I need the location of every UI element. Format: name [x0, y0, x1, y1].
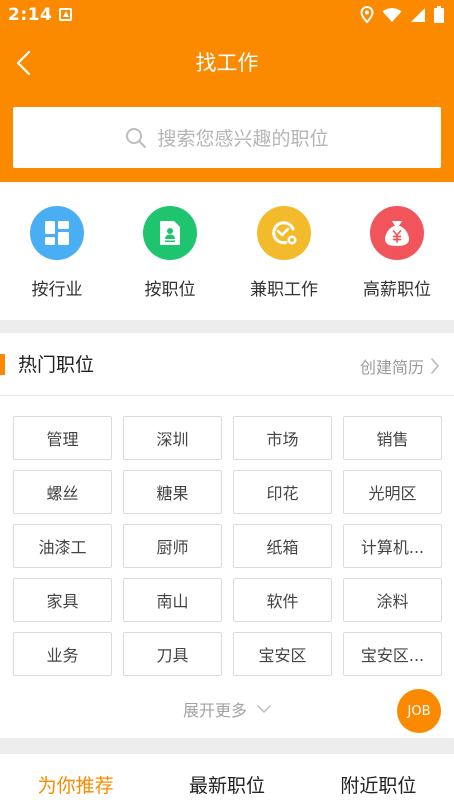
category-position[interactable]: 按职位	[120, 206, 220, 300]
job-tag[interactable]: 业务	[13, 632, 112, 676]
create-resume-label: 创建简历	[359, 358, 424, 377]
job-tag[interactable]: 刀具	[123, 632, 222, 676]
category-label: 按职位	[144, 280, 196, 300]
job-tag[interactable]: 印花	[233, 470, 332, 514]
category-position-circle	[143, 206, 197, 260]
category-high-salary[interactable]: 高薪职位	[347, 206, 447, 300]
job-tag[interactable]: 螺丝	[13, 470, 112, 514]
job-tag[interactable]: 涂料	[343, 578, 442, 622]
chevron-down-icon	[257, 705, 271, 713]
grid-icon	[45, 221, 69, 245]
bottom-tabs: 为你推荐 最新职位 附近职位	[0, 754, 454, 808]
expand-more-label: 展开更多	[182, 701, 247, 720]
section-accent-bar	[0, 354, 5, 375]
job-tag[interactable]: 南山	[123, 578, 222, 622]
location-icon	[360, 6, 374, 23]
category-row: 按行业 按职位 兼职工作 高薪职位	[0, 182, 454, 320]
job-tag[interactable]: 市场	[233, 416, 332, 460]
category-part-time[interactable]: 兼职工作	[234, 206, 334, 300]
job-tag[interactable]: 软件	[233, 578, 332, 622]
job-tag[interactable]: 销售	[343, 416, 442, 460]
chevron-right-icon	[431, 358, 439, 374]
job-tag[interactable]: 家具	[13, 578, 112, 622]
category-label: 按行业	[31, 280, 83, 300]
document-icon	[160, 221, 180, 245]
status-icons	[360, 6, 444, 23]
screen: 2:14 找工作 搜索您感兴趣的职位 按行业 按职位 兼职工作 高薪职位 热门职…	[0, 0, 454, 808]
tab-recommended[interactable]: 为你推荐	[0, 754, 151, 808]
wifi-icon	[382, 7, 402, 22]
tab-nearby[interactable]: 附近职位	[303, 754, 454, 808]
job-tag[interactable]: 糖果	[123, 470, 222, 514]
category-label: 兼职工作	[250, 280, 318, 300]
create-resume-link[interactable]: 创建简历	[360, 354, 440, 378]
money-bag-icon	[385, 221, 409, 246]
hot-jobs-title: 热门职位	[18, 354, 95, 376]
expand-more-button[interactable]: 展开更多	[0, 697, 454, 721]
job-tag[interactable]: 深圳	[123, 416, 222, 460]
header: 2:14 找工作 搜索您感兴趣的职位	[0, 0, 454, 182]
page-title: 找工作	[195, 51, 259, 75]
top-bar: 找工作	[0, 38, 454, 88]
battery-icon	[434, 6, 444, 23]
category-industry-circle	[30, 206, 84, 260]
category-industry[interactable]: 按行业	[7, 206, 107, 300]
status-bar: 2:14	[0, 0, 454, 30]
job-tag[interactable]: 计算机...	[343, 524, 442, 568]
category-label: 高薪职位	[363, 280, 431, 300]
hot-jobs-section: 热门职位 创建简历 管理 深圳 市场 销售 螺丝 糖果 印花 光明区 油漆工 厨…	[0, 333, 454, 738]
hot-jobs-header: 热门职位 创建简历	[0, 333, 454, 396]
app-notification-icon	[59, 8, 72, 21]
job-tag[interactable]: 厨师	[123, 524, 222, 568]
job-tag[interactable]: 宝安区...	[343, 632, 442, 676]
signal-icon	[411, 7, 425, 22]
search-icon	[126, 127, 147, 148]
clock-icon	[272, 221, 297, 245]
job-tags-grid: 管理 深圳 市场 销售 螺丝 糖果 印花 光明区 油漆工 厨师 纸箱 计算机..…	[13, 416, 442, 676]
search-input[interactable]: 搜索您感兴趣的职位	[13, 107, 441, 168]
tab-latest[interactable]: 最新职位	[151, 754, 302, 808]
job-tag[interactable]: 油漆工	[13, 524, 112, 568]
job-tag[interactable]: 光明区	[343, 470, 442, 514]
job-fab-button[interactable]: JOB	[397, 689, 441, 733]
category-part-time-circle	[257, 206, 311, 260]
job-tag[interactable]: 纸箱	[233, 524, 332, 568]
job-tag[interactable]: 管理	[13, 416, 112, 460]
search-placeholder: 搜索您感兴趣的职位	[157, 128, 329, 150]
status-time: 2:14	[8, 5, 53, 25]
job-tag[interactable]: 宝安区	[233, 632, 332, 676]
category-high-salary-circle	[370, 206, 424, 260]
